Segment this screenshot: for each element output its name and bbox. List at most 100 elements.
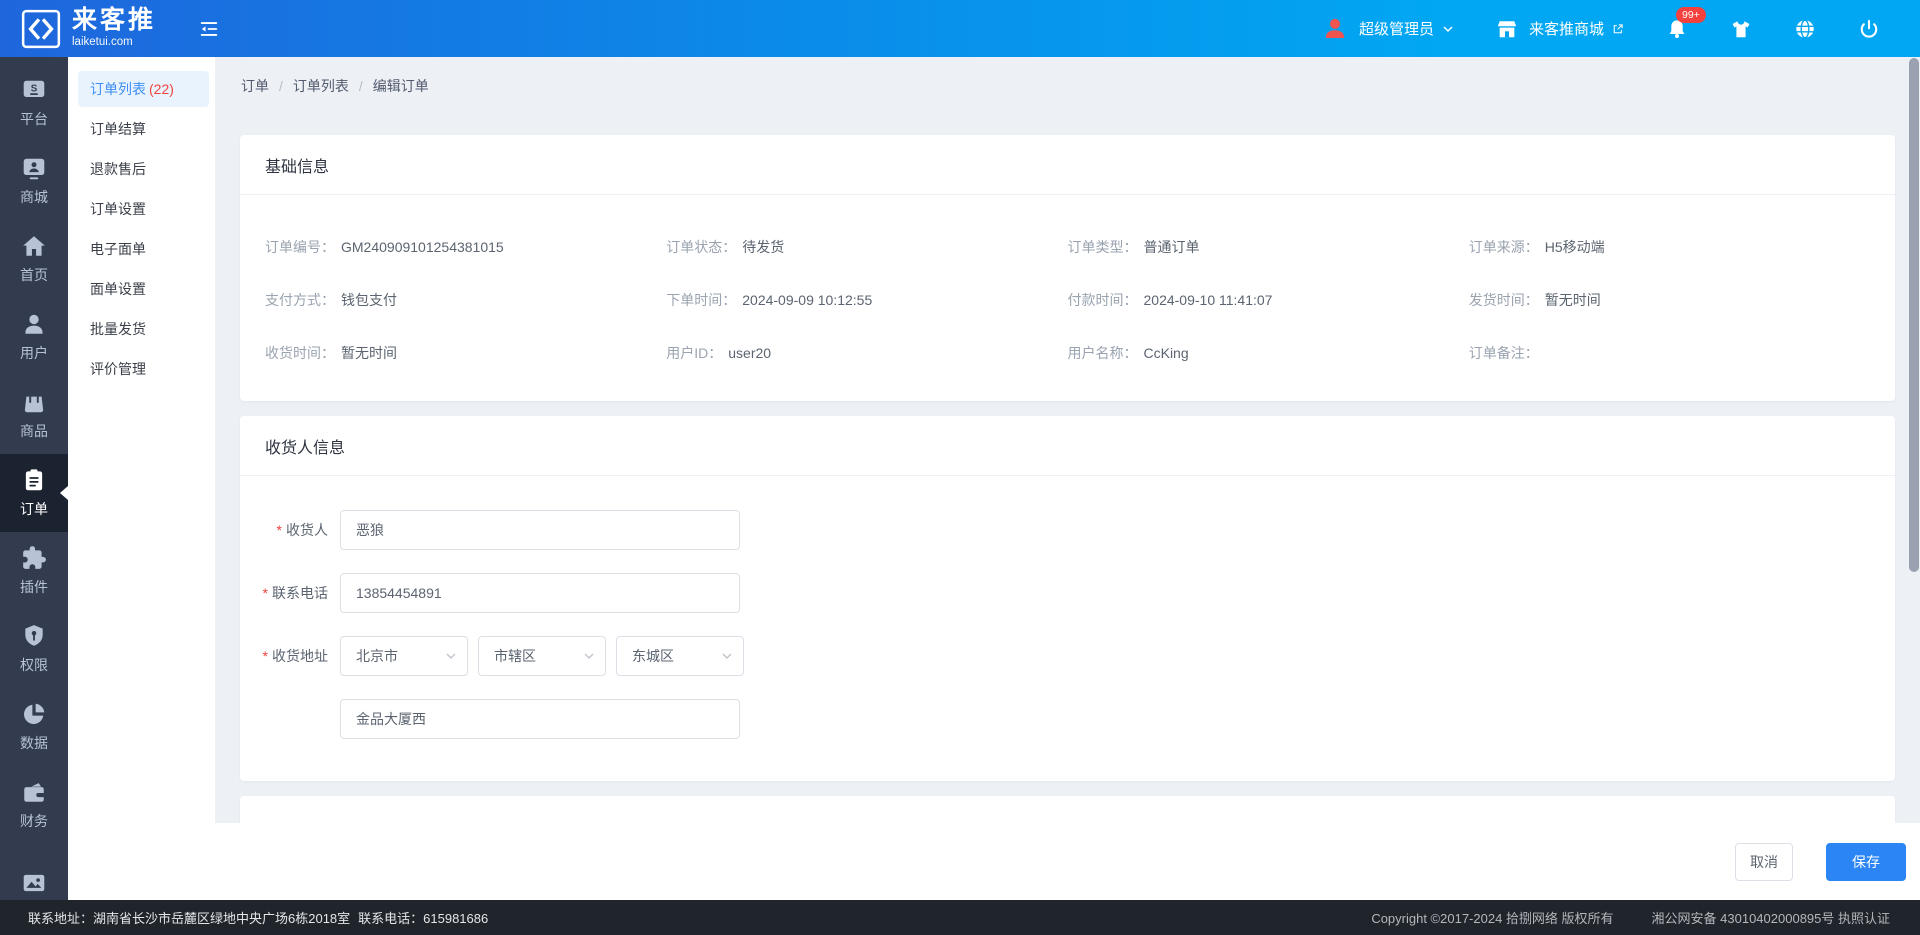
sidebar-item-面单设置[interactable]: 面单设置 bbox=[78, 271, 209, 307]
page-footer: 联系地址：湖南省长沙市岳麓区绿地中央广场6栋2018室联系电话：61598168… bbox=[0, 900, 1920, 935]
user-icon bbox=[21, 311, 47, 337]
cancel-button[interactable]: 取消 bbox=[1735, 843, 1793, 881]
image-icon bbox=[21, 870, 47, 896]
left-rail: S 平台商城首页用户商品订单插件权限数据财务 bbox=[0, 57, 68, 900]
basic-info-title: 基础信息 bbox=[240, 135, 1895, 195]
rail-item-user[interactable]: 用户 bbox=[0, 298, 68, 376]
rail-item-plugin[interactable]: 插件 bbox=[0, 532, 68, 610]
external-link-icon bbox=[1612, 23, 1624, 35]
recipient-name-input[interactable] bbox=[340, 510, 740, 550]
vertical-scrollbar-thumb[interactable] bbox=[1909, 58, 1919, 572]
rail-item-label: 数据 bbox=[20, 733, 48, 753]
info-field: 收货时间：暂无时间 bbox=[265, 343, 666, 363]
home-icon bbox=[21, 233, 47, 259]
sidebar-item-批量发货[interactable]: 批量发货 bbox=[78, 311, 209, 347]
breadcrumb-item-订单列表[interactable]: 订单列表 bbox=[293, 76, 349, 96]
basic-info-grid: 订单编号： GM240909101254381015 订单状态：待发货订单类型： 普通… bbox=[240, 195, 1895, 401]
logo-brackets-icon bbox=[20, 8, 62, 50]
puzzle-icon bbox=[21, 545, 47, 571]
basic-info-card: 基础信息 订单编号：GM240909101254381015订单状态：待发货订单… bbox=[240, 135, 1895, 401]
address-detail-input[interactable] bbox=[340, 699, 740, 739]
notification-badge: 99+ bbox=[1676, 7, 1706, 24]
breadcrumb-separator: / bbox=[279, 78, 283, 94]
rail-item-data[interactable]: 数据 bbox=[0, 688, 68, 766]
info-field-value: GM240909101254381015 bbox=[341, 239, 504, 255]
rail-item-label: 订单 bbox=[20, 499, 48, 519]
breadcrumb-item-订单[interactable]: 订单 bbox=[241, 76, 269, 96]
rail-item-label: 商城 bbox=[20, 187, 48, 207]
info-field: 订单状态：待发货 bbox=[666, 237, 1067, 257]
sidebar-item-label: 订单列表 bbox=[90, 81, 146, 97]
sidebar-item-退款售后[interactable]: 退款售后 bbox=[78, 151, 209, 187]
info-field-value: 普通订单 bbox=[1144, 239, 1200, 255]
info-field: 发货时间：暂无时间 bbox=[1469, 290, 1870, 310]
info-field-value: 2024-09-09 10:12:55 bbox=[742, 292, 872, 308]
rail-item-auth[interactable]: 权限 bbox=[0, 610, 68, 688]
info-field: 订单编号： GM240909101254381015 bbox=[265, 237, 666, 257]
sidebar-item-label: 评价管理 bbox=[90, 361, 146, 377]
sidebar-item-count: (22) bbox=[149, 81, 174, 97]
rail-item-media[interactable] bbox=[0, 844, 68, 900]
rail-item-finance[interactable]: 财务 bbox=[0, 766, 68, 844]
storefront-icon bbox=[1496, 18, 1518, 40]
shopping-bag-icon bbox=[21, 389, 47, 415]
svg-text:S: S bbox=[31, 83, 38, 94]
logout-button[interactable] bbox=[1858, 18, 1880, 40]
collapse-menu-icon[interactable] bbox=[198, 18, 220, 40]
app-logo: 来客推 laiketui.com bbox=[0, 8, 156, 50]
recipient-phone-input[interactable] bbox=[340, 573, 740, 613]
logo-subtitle: laiketui.com bbox=[72, 37, 156, 49]
notifications-button[interactable]: 99+ bbox=[1666, 18, 1688, 40]
footer-beian: 湘公网安备 43010402000895号 执照认证 bbox=[1652, 908, 1890, 927]
theme-button[interactable] bbox=[1730, 18, 1752, 40]
info-field-label: 订单状态： bbox=[666, 239, 736, 255]
province-select[interactable]: 北京市 bbox=[340, 636, 468, 676]
rail-item-label: 插件 bbox=[20, 577, 48, 597]
platform-card-icon: S bbox=[21, 77, 47, 103]
footer-address: 联系地址：湖南省长沙市岳麓区绿地中央广场6栋2018室 bbox=[28, 911, 350, 926]
sidebar-item-电子面单[interactable]: 电子面单 bbox=[78, 231, 209, 267]
current-user-name: 超级管理员 bbox=[1359, 18, 1434, 39]
city-select[interactable]: 市辖区 bbox=[478, 636, 606, 676]
info-field-label: 下单时间： bbox=[666, 292, 736, 308]
sidebar-item-label: 电子面单 bbox=[90, 241, 146, 257]
info-field: 订单来源：H5移动端 bbox=[1469, 237, 1870, 257]
rail-item-label: 首页 bbox=[20, 265, 48, 285]
footer-contact: 联系地址：湖南省长沙市岳麓区绿地中央广场6栋2018室联系电话：61598168… bbox=[28, 908, 496, 927]
top-header: 来客推 laiketui.com 超级管理员 来客推商城 bbox=[0, 0, 1920, 57]
info-field: 支付方式：钱包支付 bbox=[265, 290, 666, 310]
recipient-card: 收货人信息 *收货人 *联系电话 *收货地址 北京市 市辖区 bbox=[240, 416, 1895, 781]
rail-item-home[interactable]: 首页 bbox=[0, 220, 68, 298]
sidebar-item-label: 订单结算 bbox=[90, 121, 146, 137]
chevron-down-icon bbox=[1442, 23, 1454, 35]
info-field-label: 付款时间： bbox=[1068, 292, 1138, 308]
info-field-value: user20 bbox=[728, 345, 771, 361]
sidebar-item-订单结算[interactable]: 订单结算 bbox=[78, 111, 209, 147]
recipient-address-label: *收货地址 bbox=[240, 646, 340, 666]
user-menu[interactable]: 超级管理员 bbox=[1322, 16, 1454, 42]
info-field: 下单时间： 2024-09-09 10:12:55 bbox=[666, 290, 1067, 310]
rail-item-mall[interactable]: 商城 bbox=[0, 142, 68, 220]
sidebar-item-订单设置[interactable]: 订单设置 bbox=[78, 191, 209, 227]
rail-item-label: 平台 bbox=[20, 109, 48, 129]
rail-item-platform[interactable]: S 平台 bbox=[0, 64, 68, 142]
sidebar-item-评价管理[interactable]: 评价管理 bbox=[78, 351, 209, 387]
info-field-label: 收货时间： bbox=[265, 345, 335, 361]
rail-item-order[interactable]: 订单 bbox=[0, 454, 68, 532]
sidebar-item-订单列表[interactable]: 订单列表(22) bbox=[78, 71, 209, 107]
rail-item-goods[interactable]: 商品 bbox=[0, 376, 68, 454]
district-select[interactable]: 东城区 bbox=[616, 636, 744, 676]
info-field-value: 钱包支付 bbox=[341, 292, 397, 308]
info-field-label: 订单类型： bbox=[1068, 239, 1138, 255]
info-field: 用户名称：CcKing bbox=[1068, 343, 1469, 363]
info-field: 付款时间：2024-09-10 11:41:07 bbox=[1068, 290, 1469, 310]
footer-phone: 联系电话：615981686 bbox=[358, 911, 488, 926]
wallet-icon bbox=[21, 779, 47, 805]
shop-link[interactable]: 来客推商城 bbox=[1496, 18, 1624, 40]
rail-item-label: 用户 bbox=[20, 343, 48, 363]
globe-icon bbox=[1794, 18, 1816, 40]
info-field-label: 订单编号： bbox=[265, 239, 335, 255]
save-button[interactable]: 保存 bbox=[1826, 843, 1906, 881]
tshirt-icon bbox=[1730, 18, 1752, 40]
language-button[interactable] bbox=[1794, 18, 1816, 40]
